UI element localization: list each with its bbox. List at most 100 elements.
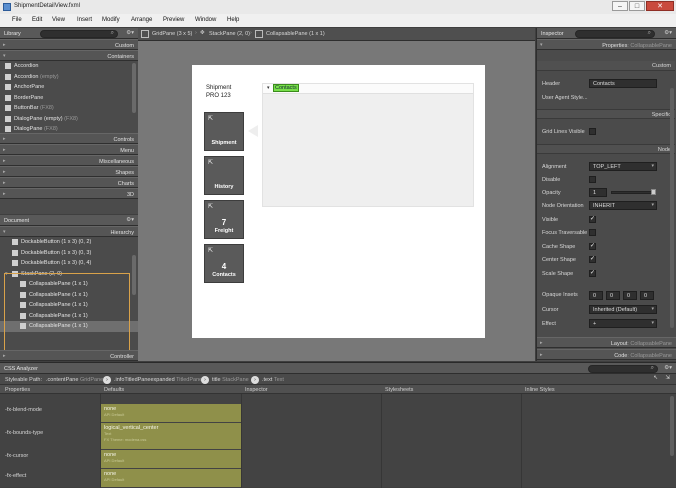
inset-right-field[interactable]: 0 bbox=[606, 291, 620, 300]
center-checkbox[interactable]: ✓ bbox=[589, 256, 596, 263]
gear-icon[interactable]: ⚙▾ bbox=[126, 217, 134, 223]
menu-modify[interactable]: Modify bbox=[102, 17, 120, 23]
tree-item[interactable]: DockableButton (1 x 3) (0, 4) bbox=[0, 258, 138, 269]
section-controller[interactable]: ▸ Controller bbox=[0, 350, 138, 361]
inset-value: 0 bbox=[593, 293, 597, 299]
menu-edit[interactable]: Edit bbox=[32, 17, 42, 23]
gear-icon[interactable]: ⚙▾ bbox=[664, 30, 672, 36]
item-name: Accordion bbox=[14, 73, 39, 80]
section-hierarchy[interactable]: ▾ Hierarchy bbox=[0, 226, 138, 237]
menu-preview[interactable]: Preview bbox=[163, 17, 184, 23]
library-item[interactable]: DialogPane (FX8) bbox=[0, 124, 138, 133]
grid-lines-checkbox[interactable] bbox=[589, 128, 596, 135]
inset-left-field[interactable]: 0 bbox=[640, 291, 654, 300]
css-scrollbar[interactable] bbox=[670, 396, 674, 456]
default-cell[interactable]: none API Default bbox=[101, 404, 241, 422]
maximize-button[interactable]: □ bbox=[629, 1, 645, 11]
breadcrumb-collapsablepane[interactable]: CollapsablePane (1 x 1) bbox=[266, 31, 325, 37]
path-segment[interactable]: .text Text bbox=[262, 377, 284, 383]
close-button[interactable]: ✕ bbox=[646, 1, 674, 11]
cursor-dropdown[interactable]: Inherited (Default) ▾ bbox=[589, 305, 657, 314]
library-search-input[interactable]: ⌕ bbox=[40, 29, 118, 38]
library-item[interactable]: Accordion bbox=[0, 61, 138, 72]
opacity-slider-thumb[interactable] bbox=[651, 189, 656, 195]
chevron-right-icon: › bbox=[195, 30, 197, 36]
menu-view[interactable]: View bbox=[52, 17, 65, 23]
column-stylesheets[interactable]: Stylesheets bbox=[385, 387, 413, 396]
path-segment[interactable]: .contentPane GridPane bbox=[46, 377, 103, 383]
contacts-title-label[interactable]: Contacts bbox=[273, 84, 299, 92]
tree-item[interactable]: DockableButton (1 x 3) (0, 2) bbox=[0, 237, 138, 248]
contacts-collapsable-pane[interactable]: ▾ Contacts bbox=[262, 83, 474, 207]
toggle-arrow-icon[interactable]: ▾ bbox=[267, 85, 270, 91]
css-search-input[interactable]: ⌕ bbox=[588, 364, 658, 373]
path-segment[interactable]: .infoTitledPaneexpanded TitledPane bbox=[114, 377, 202, 383]
menu-insert[interactable]: Insert bbox=[77, 17, 92, 23]
default-cell[interactable]: none API Default bbox=[101, 450, 241, 468]
library-item[interactable]: AnchorPane bbox=[0, 82, 138, 93]
section-menu[interactable]: ▸ Menu bbox=[0, 144, 138, 155]
inspector-scrollbar[interactable] bbox=[670, 88, 674, 328]
path-segment[interactable]: title StackPane bbox=[212, 377, 249, 383]
library-scrollbar[interactable] bbox=[132, 63, 136, 113]
item-name: DialogPane (empty) bbox=[14, 115, 63, 122]
section-charts[interactable]: ▸ Charts bbox=[0, 177, 138, 188]
section-shapes[interactable]: ▸ Shapes bbox=[0, 166, 138, 177]
history-dock-button[interactable]: ⇱ History bbox=[204, 156, 244, 195]
library-item[interactable]: ButtonBar (FX8) bbox=[0, 103, 138, 114]
menu-file[interactable]: File bbox=[12, 17, 22, 23]
column-properties[interactable]: Properties bbox=[5, 387, 30, 396]
shipment-dock-button[interactable]: ⇱ Shipment bbox=[204, 112, 244, 151]
library-item[interactable]: Accordion (empty) bbox=[0, 72, 138, 83]
menu-arrange[interactable]: Arrange bbox=[131, 17, 152, 23]
gear-icon[interactable]: ⚙▾ bbox=[664, 365, 672, 371]
default-source: API Default bbox=[104, 412, 125, 417]
layout-section[interactable]: ▸ Layout: CollapsablePane bbox=[537, 337, 676, 348]
inspector-search-input[interactable]: ⌕ bbox=[575, 29, 655, 38]
minimize-button[interactable]: – bbox=[612, 1, 628, 11]
node-orientation-dropdown[interactable]: INHERIT ▾ bbox=[589, 201, 657, 210]
section-controls[interactable]: ▸ Controls bbox=[0, 133, 138, 144]
library-item[interactable]: DialogPane (empty) (FX8) bbox=[0, 114, 138, 125]
effect-dropdown[interactable]: + ▾ bbox=[589, 319, 657, 328]
breadcrumb-stackpane[interactable]: StackPane (2, 0) bbox=[209, 31, 250, 37]
section-custom[interactable]: ▸ Custom bbox=[0, 39, 138, 50]
inset-bottom-field[interactable]: 0 bbox=[623, 291, 637, 300]
arrow-pick-icon[interactable]: ⇲ bbox=[665, 375, 670, 381]
cache-checkbox[interactable]: ✓ bbox=[589, 243, 596, 250]
scale-checkbox[interactable]: ✓ bbox=[589, 270, 596, 277]
section-label: Controls bbox=[113, 136, 134, 143]
design-canvas[interactable]: Shipment PRO 123 ⇱ Shipment ⇱ History ⇱ … bbox=[138, 41, 535, 361]
default-cell[interactable]: logical_vertical_center Text FX Theme: m… bbox=[101, 423, 241, 449]
breadcrumb-gridpane[interactable]: GridPane (3 x 5) bbox=[152, 31, 192, 37]
code-section[interactable]: ▸ Code: CollapsablePane bbox=[537, 349, 676, 360]
column-inline-styles[interactable]: Inline Styles bbox=[525, 387, 555, 396]
column-inspector[interactable]: Inspector bbox=[245, 387, 268, 396]
properties-section[interactable]: ▾ Properties: CollapsablePane bbox=[537, 39, 676, 50]
menu-window[interactable]: Window bbox=[195, 17, 216, 23]
opacity-field[interactable]: 1 bbox=[589, 188, 607, 197]
opacity-slider[interactable] bbox=[611, 191, 655, 194]
collapsable-header[interactable]: ▾ Contacts bbox=[263, 84, 473, 94]
menu-help[interactable]: Help bbox=[227, 17, 239, 23]
effect-key: Effect bbox=[542, 320, 556, 327]
section-miscellaneous[interactable]: ▸ Miscellaneous bbox=[0, 155, 138, 166]
section-containers[interactable]: ▾ Containers bbox=[0, 50, 138, 61]
tree-item[interactable]: DockableButton (1 x 3) (0, 3) bbox=[0, 248, 138, 259]
hierarchy-scrollbar[interactable] bbox=[132, 255, 136, 295]
pointer-icon[interactable]: ↖ bbox=[653, 375, 658, 381]
gear-icon[interactable]: ⚙▾ bbox=[126, 30, 134, 36]
disable-checkbox[interactable] bbox=[589, 176, 596, 183]
header-field[interactable]: Contacts bbox=[589, 79, 657, 88]
focus-checkbox[interactable] bbox=[589, 229, 596, 236]
contacts-dock-button[interactable]: ⇱ 4 Contacts bbox=[204, 244, 244, 283]
default-cell[interactable]: none API Default bbox=[101, 469, 241, 487]
visible-checkbox[interactable]: ✓ bbox=[589, 216, 596, 223]
column-defaults[interactable]: Defaults bbox=[104, 387, 124, 396]
alignment-dropdown[interactable]: TOP_LEFT ▾ bbox=[589, 162, 657, 171]
freight-dock-button[interactable]: ⇱ 7 Freight bbox=[204, 200, 244, 239]
inset-top-field[interactable]: 0 bbox=[589, 291, 603, 300]
library-item[interactable]: BorderPane bbox=[0, 93, 138, 104]
css-property-effect: -fx-effect bbox=[5, 473, 27, 479]
section-3d[interactable]: ▸ 3D bbox=[0, 188, 138, 199]
